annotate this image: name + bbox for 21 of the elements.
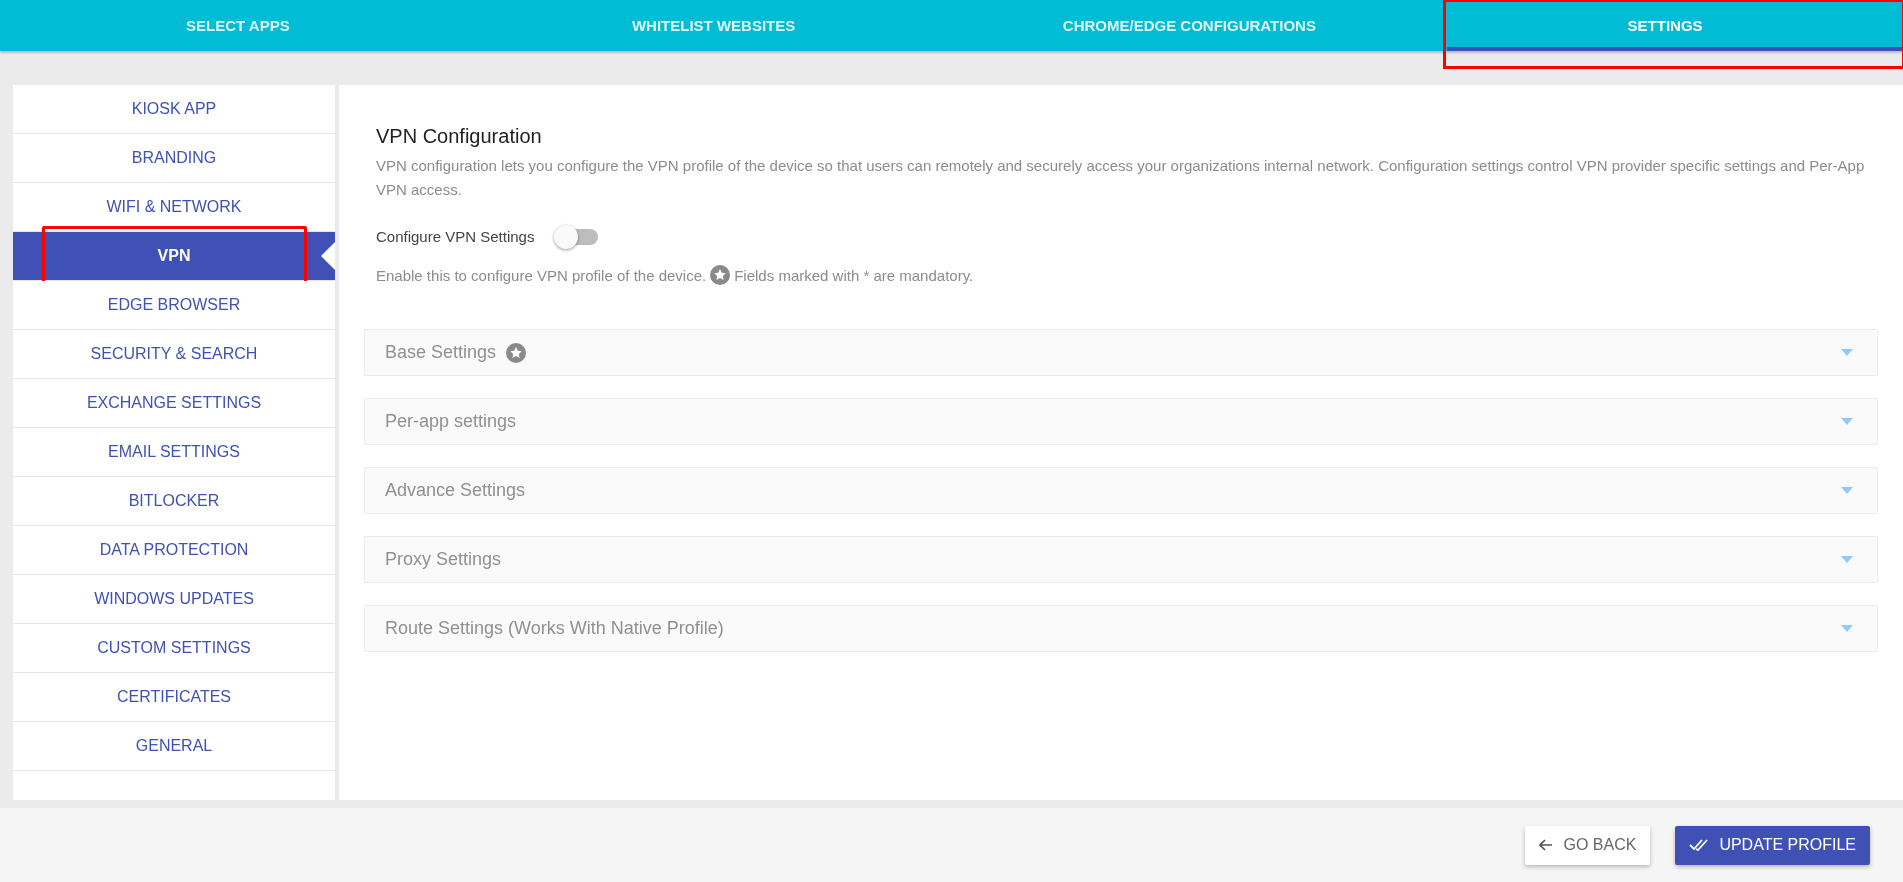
description-text: VPN configuration lets you configure the VPN profile of the device so that users can remotely and securely access your organizations internal network. Configuration settings control VPN provider specific settings and Per-App VPN access. [376,156,1866,200]
sidebar-item[interactable]: VPN [13,232,335,281]
accordion-title: Route Settings (Works With Native Profile) [385,618,724,639]
caret-icon [1841,349,1853,356]
go-back-button[interactable]: GO BACK [1525,825,1651,865]
update-profile-button[interactable]: UPDATE PROFILE [1675,825,1870,865]
double-check-icon [1689,839,1710,851]
caret-icon [1841,487,1853,494]
arrow-left-icon [1539,839,1554,851]
sidebar-item[interactable]: EDGE BROWSER [13,281,335,330]
hint-text: Fields marked with * are mandatory. [734,266,974,284]
accordion-title: Advance Settings [385,480,526,501]
caret-icon [1841,418,1853,425]
accordion-title: Proxy Settings [385,549,502,570]
caret-icon [1841,556,1853,563]
section-title: VPN Configuration [376,125,542,148]
accordion-title: Base Settings [385,342,497,363]
caret-icon [1841,625,1853,632]
toggle-label: Configure VPN Settings [376,228,535,245]
accordion-title: Per-app settings [385,411,517,432]
hint-text: Enable this to configure VPN profile of the device. [376,266,707,284]
